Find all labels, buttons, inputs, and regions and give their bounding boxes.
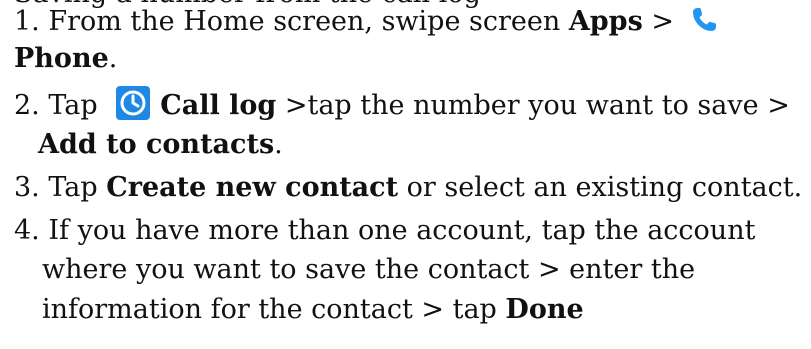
- phone-icon: [689, 5, 719, 35]
- done-label: Done: [505, 294, 584, 325]
- call-log-label: Call log: [160, 90, 277, 121]
- step-1-line-1: 1. From the Home screen, swipe screen Ap…: [14, 4, 719, 40]
- phone-label: Phone: [14, 43, 109, 74]
- step-4-line-3: information for the contact > tap Done: [42, 292, 584, 328]
- add-to-contacts-label: Add to contacts: [38, 129, 275, 160]
- step-1-separator: >: [642, 6, 683, 37]
- step-2-middle: >tap the number you want to save >: [276, 90, 790, 121]
- clock-icon: [116, 85, 151, 120]
- step-4-text-2: where you want to save the contact > ent…: [42, 254, 696, 285]
- step-3-suffix: or select an existing contact.: [398, 172, 803, 203]
- step-3-text: 3. Tap: [14, 172, 107, 203]
- step-4-text-3: information for the contact > tap: [42, 294, 506, 325]
- step-1-text: 1. From the Home screen, swipe screen: [14, 6, 569, 37]
- step-2-line-1: 2. Tap Call log >tap the number you want…: [14, 85, 790, 124]
- step-4-line-2: where you want to save the contact > ent…: [42, 252, 695, 288]
- step-2-line-2: Add to contacts.: [38, 127, 283, 163]
- step-4-text-1: 4. If you have more than one account, ta…: [14, 215, 756, 246]
- step-2-text: 2. Tap: [14, 90, 107, 121]
- step-1-end: .: [108, 43, 118, 74]
- step-2-end: .: [274, 129, 283, 160]
- create-new-contact-label: Create new contact: [106, 172, 399, 203]
- step-3-line: 3. Tap Create new contact or select an e…: [14, 170, 802, 206]
- step-4-line-1: 4. If you have more than one account, ta…: [14, 213, 755, 249]
- apps-label: Apps: [568, 6, 643, 37]
- step-1-line-2: Phone.: [14, 41, 117, 77]
